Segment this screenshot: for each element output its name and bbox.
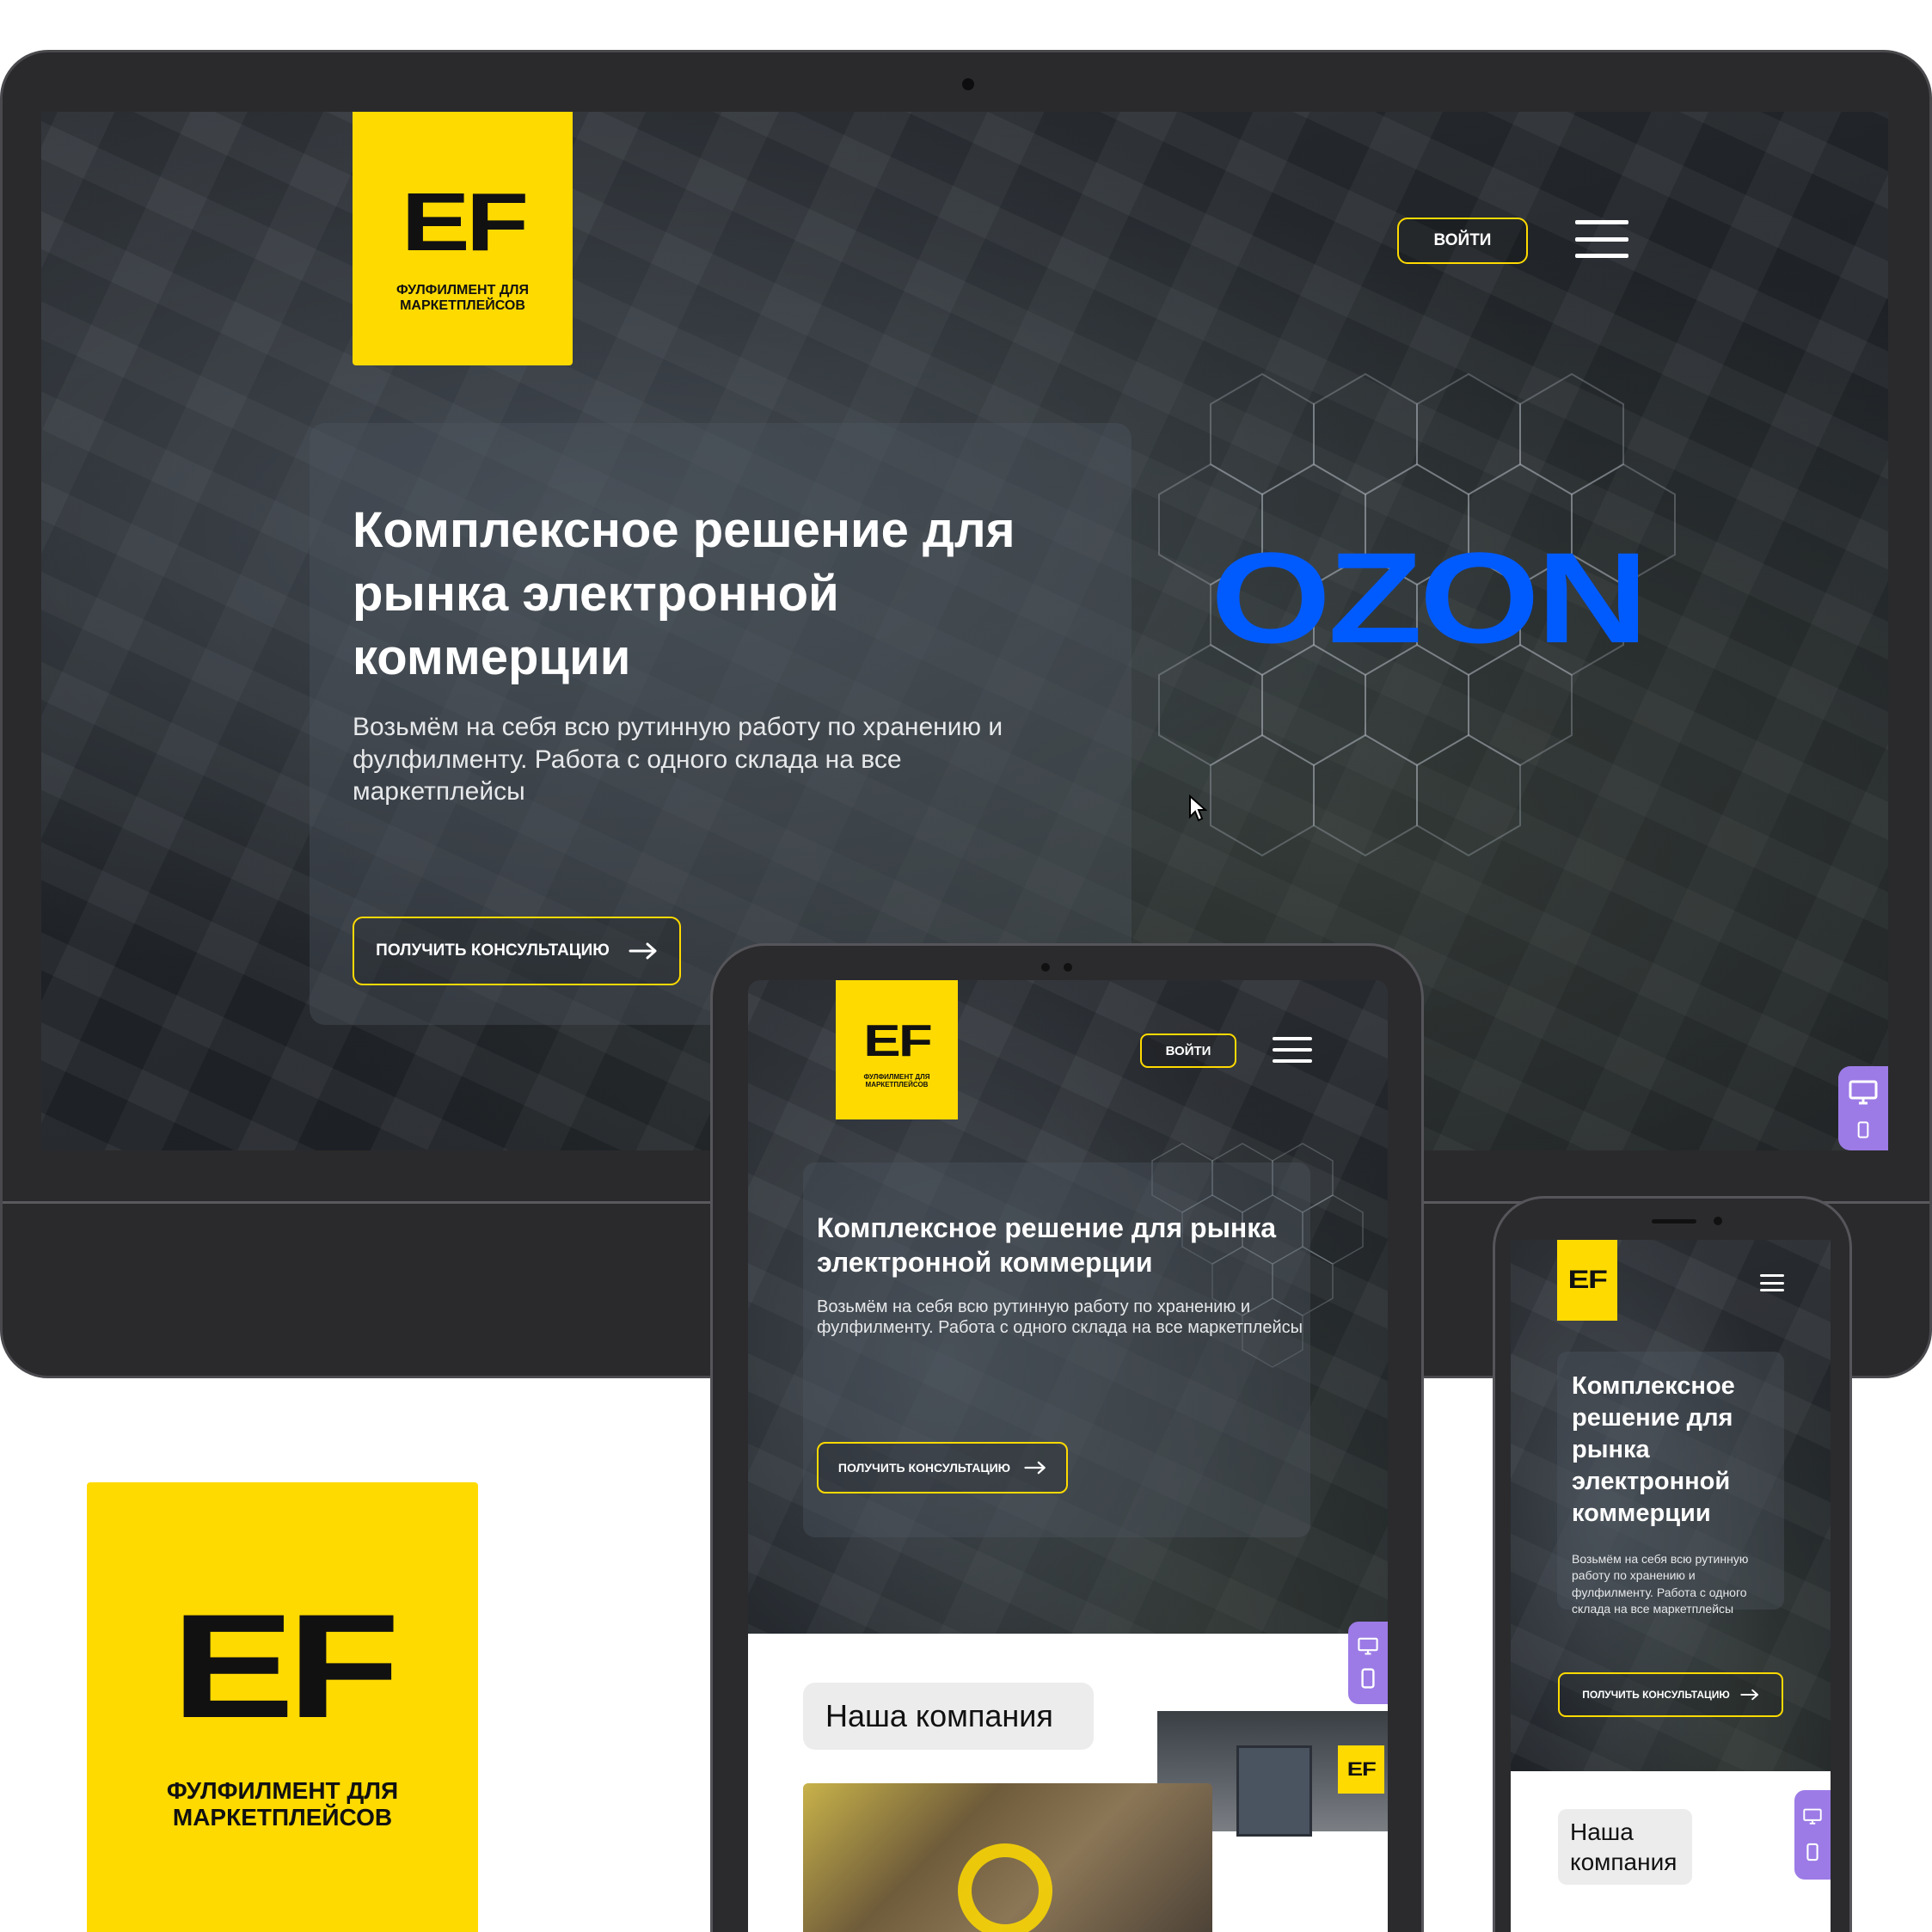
- mobile-icon[interactable]: [1806, 1843, 1819, 1861]
- warehouse-door: [1236, 1745, 1312, 1837]
- tablet-screen: EF ФУЛФИЛМЕНТ ДЛЯ МАРКЕТПЛЕЙСОВ ВОЙТИ Ко…: [748, 980, 1388, 1932]
- brand-logo-large: EF ФУЛФИЛМЕНТ ДЛЯ МАРКЕТПЛЕЙСОВ: [87, 1482, 478, 1932]
- logo-mark: EF: [863, 1016, 932, 1067]
- logo-tagline: ФУЛФИЛМЕНТ ДЛЯ МАРКЕТПЛЕЙСОВ: [166, 1777, 399, 1831]
- camera: [962, 78, 974, 90]
- phone-speaker: [1652, 1219, 1696, 1224]
- tablet-camera: [1041, 963, 1050, 972]
- device-switcher[interactable]: [1838, 1066, 1888, 1150]
- device-switcher[interactable]: [1794, 1790, 1831, 1880]
- phone-camera: [1714, 1217, 1722, 1225]
- consultation-button[interactable]: ПОЛУЧИТЬ КОНСУЛЬТАЦИЮ: [1558, 1672, 1783, 1717]
- logo-tagline: ФУЛФИЛМЕНТ ДЛЯ МАРКЕТПЛЕЙСОВ: [396, 283, 529, 313]
- about-heading: Наша компания: [1558, 1809, 1692, 1885]
- logo-mark: EF: [401, 176, 529, 269]
- mouse-cursor-icon: [1189, 794, 1207, 822]
- hero-title: Комплексное решение для рынка электронно…: [353, 502, 1015, 686]
- hamburger-icon[interactable]: [1575, 220, 1628, 258]
- hero-description: Возьмём на себя всю рутинную работу по х…: [817, 1297, 1303, 1337]
- logo[interactable]: EF ФУЛФИЛМЕНТ ДЛЯ МАРКЕТПЛЕЙСОВ: [836, 980, 958, 1119]
- hero-description: Возьмём на себя всю рутинную работу по х…: [1572, 1552, 1749, 1616]
- login-button[interactable]: ВОЙТИ: [1397, 218, 1528, 264]
- packaging-photo: [803, 1783, 1212, 1932]
- about-heading: Наша компания: [803, 1683, 1094, 1750]
- consultation-button-label: ПОЛУЧИТЬ КОНСУЛЬТАЦИЮ: [1582, 1689, 1730, 1701]
- hero-title: Комплексное решение для рынка электронно…: [817, 1212, 1277, 1278]
- warehouse-sign: EF: [1338, 1745, 1384, 1794]
- consultation-button-label: ПОЛУЧИТЬ КОНСУЛЬТАЦИЮ: [376, 941, 610, 960]
- consultation-button[interactable]: ПОЛУЧИТЬ КОНСУЛЬТАЦИЮ: [353, 917, 681, 985]
- hero-description: Возьмём на себя всю рутинную работу по х…: [353, 713, 1003, 806]
- login-button[interactable]: ВОЙТИ: [1140, 1033, 1236, 1068]
- mobile-icon[interactable]: [1361, 1668, 1375, 1689]
- hamburger-icon[interactable]: [1273, 1037, 1312, 1063]
- desktop-icon[interactable]: [1358, 1637, 1378, 1656]
- hamburger-icon[interactable]: [1760, 1274, 1784, 1291]
- yellow-tape-roll: [958, 1843, 1052, 1932]
- logo-mark: EF: [171, 1584, 401, 1750]
- phone-screen: EF Комплексное решение для рынка электро…: [1511, 1240, 1831, 1932]
- logo-tagline: ФУЛФИЛМЕНТ ДЛЯ МАРКЕТПЛЕЙСОВ: [863, 1073, 930, 1089]
- consultation-button[interactable]: ПОЛУЧИТЬ КОНСУЛЬТАЦИЮ: [817, 1442, 1068, 1493]
- hero-title: Комплексное решение для рынка электронно…: [1572, 1372, 1735, 1528]
- consultation-button-label: ПОЛУЧИТЬ КОНСУЛЬТАЦИЮ: [837, 1461, 1011, 1475]
- arrow-right-icon: [1024, 1461, 1046, 1475]
- arrow-right-icon: [1740, 1689, 1758, 1701]
- mobile-icon[interactable]: [1855, 1121, 1872, 1138]
- logo[interactable]: EF: [1557, 1240, 1617, 1321]
- logo-mark: EF: [1567, 1266, 1608, 1294]
- desktop-icon[interactable]: [1849, 1080, 1878, 1106]
- device-switcher[interactable]: [1348, 1622, 1388, 1704]
- arrow-right-icon: [629, 942, 657, 960]
- tablet-camera: [1064, 963, 1072, 972]
- partner-logo-ozon: OZON: [1211, 525, 1648, 670]
- logo[interactable]: EF ФУЛФИЛМЕНТ ДЛЯ МАРКЕТПЛЕЙСОВ: [353, 112, 573, 365]
- desktop-icon[interactable]: [1803, 1808, 1822, 1825]
